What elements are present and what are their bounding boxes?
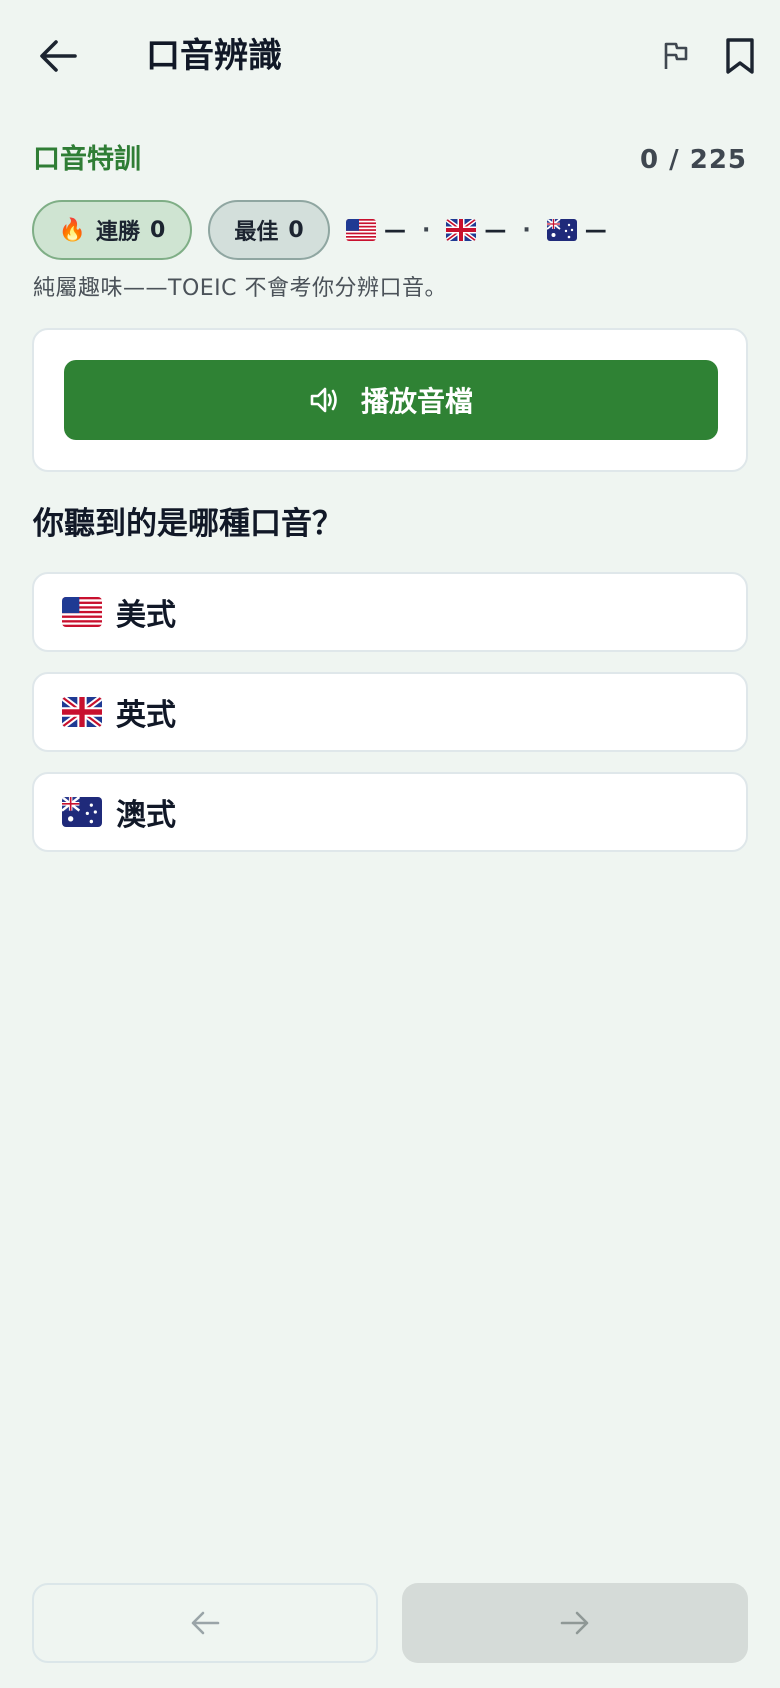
uk-flag-icon [62, 697, 102, 727]
accent-stat-au: — [546, 217, 607, 243]
uk-flag-icon [446, 219, 477, 241]
us-flag-icon [346, 219, 376, 241]
streak-label: 連勝 [96, 220, 141, 245]
accent-stats: — · — · — [346, 218, 607, 243]
arrow-left-icon [191, 1611, 220, 1635]
separator: · [422, 217, 431, 243]
streak-value: 0 [150, 217, 166, 243]
audio-card: 播放音檔 [32, 328, 748, 472]
option-label: 美式 [116, 598, 176, 633]
accent-stat-us: — [346, 218, 406, 243]
accent-value-uk: — [484, 217, 507, 243]
previous-question-button[interactable] [32, 1583, 378, 1663]
flag-icon [664, 42, 688, 69]
top-app-bar: 口音辨識 [0, 0, 780, 112]
accent-value-us: — [384, 217, 406, 243]
option-american[interactable]: 美式 [32, 572, 748, 652]
progress-count: 0 / 225 [640, 145, 747, 175]
accent-stat-uk: — [446, 218, 506, 243]
report-button[interactable] [648, 30, 704, 82]
back-button[interactable] [30, 28, 86, 84]
section-label: 口音特訓 [33, 144, 141, 175]
next-question-button[interactable] [402, 1583, 748, 1663]
option-label: 澳式 [116, 798, 176, 833]
option-british[interactable]: 英式 [32, 672, 748, 752]
au-flag-icon [62, 797, 102, 827]
best-value: 0 [288, 217, 304, 243]
speaker-icon [309, 385, 339, 415]
option-australian[interactable]: 澳式 [32, 772, 748, 852]
au-flag-icon [546, 219, 577, 241]
question-text: 你聽到的是哪種口音？ [33, 506, 343, 542]
arrow-right-icon [560, 1611, 589, 1635]
disclaimer-note: 純屬趣味——TOEIC 不會考你分辨口音。 [33, 276, 447, 301]
play-audio-button[interactable]: 播放音檔 [64, 360, 718, 440]
stats-row: 🔥 連勝 0 最佳 0 — · — · — [32, 200, 607, 260]
option-label: 英式 [116, 698, 176, 733]
fire-icon: 🔥 [58, 217, 87, 243]
page-title: 口音辨識 [146, 36, 282, 76]
best-badge: 最佳 0 [208, 200, 330, 260]
bookmark-button[interactable] [712, 28, 768, 84]
best-label: 最佳 [234, 220, 279, 245]
play-audio-label: 播放音檔 [360, 385, 473, 418]
arrow-left-icon [40, 40, 77, 72]
bookmark-icon [726, 38, 754, 74]
accent-quiz-screen: 口音辨識 口音特訓 0 / 225 🔥 連勝 0 最佳 0 — · — · — … [0, 0, 780, 1688]
streak-badge: 🔥 連勝 0 [32, 200, 192, 260]
separator: · [522, 217, 531, 243]
accent-value-au: — [584, 217, 607, 243]
us-flag-icon [62, 597, 102, 627]
